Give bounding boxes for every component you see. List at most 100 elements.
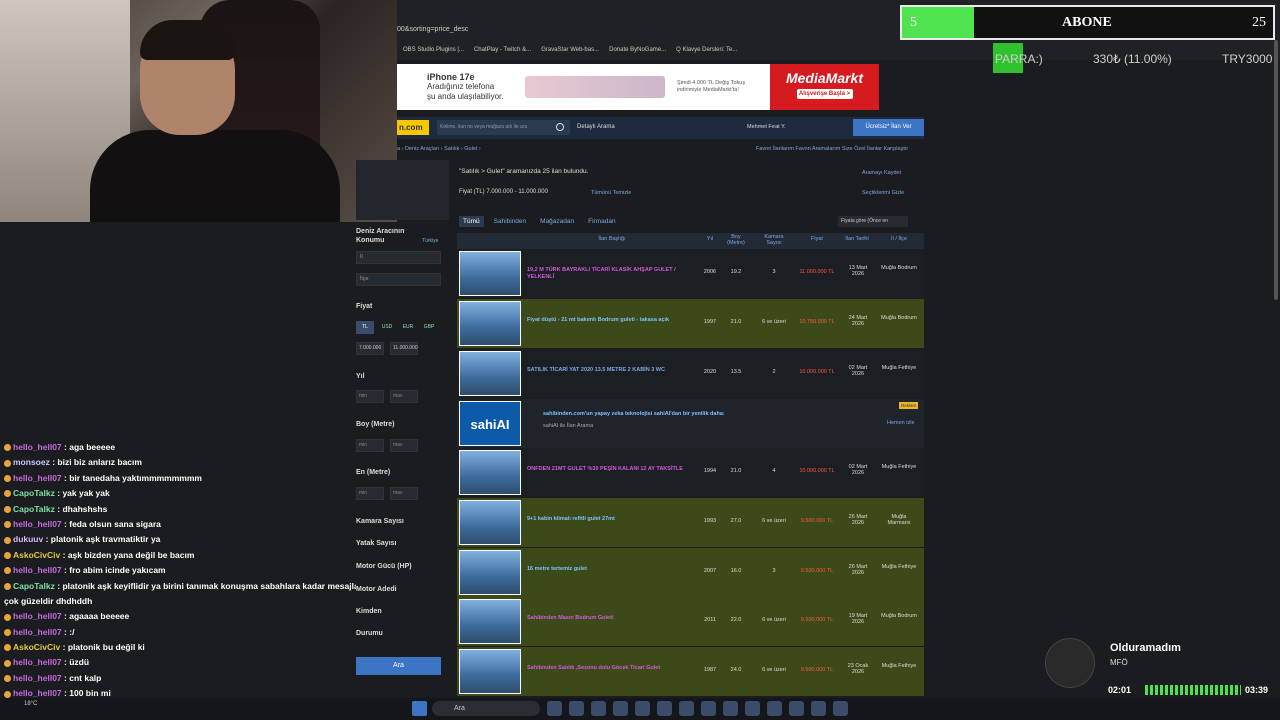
chat-username[interactable]: hello_hell07 <box>13 657 62 667</box>
ai-promo-title[interactable]: sahibinden.com'un yapay zeka teknolojisi… <box>543 411 725 417</box>
chat-username[interactable]: hello_hell07 <box>13 673 62 683</box>
scrollbar[interactable] <box>1274 40 1278 300</box>
engine-count-filter[interactable]: Motor Adedi <box>356 586 397 593</box>
chat-username[interactable]: hello_hell07 <box>13 627 62 637</box>
app-icon[interactable] <box>789 701 804 716</box>
width-max-input[interactable]: max <box>390 487 418 500</box>
listing-title[interactable]: Fiyat düştü - 21 mt bakımlı Bodrum gulet… <box>527 317 697 324</box>
cabins-filter[interactable]: Kamara Sayısı <box>356 518 404 525</box>
table-row[interactable]: 9+1 kabin klimalı refitli gulet 27mt 1993… <box>457 498 924 547</box>
length-min-input[interactable]: min <box>356 439 384 452</box>
chat-username[interactable]: CapoTalkz <box>13 581 55 591</box>
listing-thumbnail[interactable] <box>459 251 521 296</box>
listing-thumbnail[interactable] <box>459 351 521 396</box>
currency-gbp[interactable]: GBP <box>420 321 438 334</box>
app-icon[interactable] <box>723 701 738 716</box>
favorites-links[interactable]: Favori İlanlarım Favori Aramalarım Size … <box>756 146 908 152</box>
col-title[interactable]: İlan Başlığı <box>567 236 657 242</box>
beds-filter[interactable]: Yatak Sayısı <box>356 540 396 547</box>
length-max-input[interactable]: max <box>390 439 418 452</box>
app-icon[interactable] <box>569 701 584 716</box>
listing-title[interactable]: Sahibinden Satılık ,Sezonu dolu Göcek Ti… <box>527 665 697 672</box>
detailed-search-link[interactable]: Detaylı Arama <box>577 124 615 130</box>
app-icon[interactable] <box>547 701 562 716</box>
col-year[interactable]: Yıl <box>700 236 720 242</box>
year-min-input[interactable]: min <box>356 390 384 403</box>
ai-promo-row[interactable]: sahiAI sahibinden.com'un yapay zeka tekno… <box>457 399 924 448</box>
weather-temp[interactable]: 18°C <box>24 701 37 707</box>
year-max-input[interactable]: max <box>390 390 418 403</box>
ai-promo-link[interactable]: Hemen izle <box>887 420 915 426</box>
table-row[interactable]: 19,2 M TÜRK BAYRAKLI TİCARİ KLASİK AHŞAP… <box>457 249 924 298</box>
ad-cta[interactable]: Alışverişe Başla > <box>796 89 853 99</box>
bookmark-item[interactable]: GravaStar Web-bas... <box>541 47 599 53</box>
app-icon[interactable] <box>701 701 716 716</box>
chat-username[interactable]: hello_hell07 <box>13 442 62 452</box>
listing-title[interactable]: 9+1 kabin klimalı refitli gulet 27mt <box>527 516 697 523</box>
ilce-select[interactable]: İlçe <box>356 273 441 286</box>
listing-title[interactable]: SATILIK TİCARİ YAT 2020 13.5 METRE 2 KAB… <box>527 367 697 374</box>
chat-username[interactable]: hello_hell07 <box>13 473 62 483</box>
app-icon[interactable] <box>833 701 848 716</box>
tab-company[interactable]: Firmadan <box>584 216 619 227</box>
search-input[interactable]: Kelime, ilan no veya mağaza adı ile ara <box>437 120 570 135</box>
bookmark-item[interactable]: OBS Studio Plugins |... <box>403 47 464 53</box>
post-ad-button[interactable]: Ücretsiz* İlan Ver <box>853 119 924 136</box>
sort-select[interactable]: Fiyata göre (Önce en <box>838 216 908 227</box>
windows-start-icon[interactable] <box>412 701 427 716</box>
site-logo[interactable]: n.com <box>397 120 429 135</box>
il-select[interactable]: İl <box>356 251 441 264</box>
listing-title[interactable]: 16 metre tertemiz gulet <box>527 566 697 573</box>
country-link[interactable]: Türkiye <box>422 238 438 244</box>
app-icon[interactable] <box>635 701 650 716</box>
tab-all[interactable]: Tümü <box>459 216 484 227</box>
hide-selected-link[interactable]: Seçtiklerimi Gizle <box>862 190 904 196</box>
listing-thumbnail[interactable] <box>459 450 521 495</box>
user-menu[interactable]: Mehmet Fırat Y. <box>747 124 786 130</box>
chat-username[interactable]: monsoez <box>13 457 50 467</box>
chat-username[interactable]: hello_hell07 <box>13 565 62 575</box>
breadcrumb[interactable]: a › Deniz Araçları › Satılık › Gulet › <box>397 146 481 152</box>
chat-username[interactable]: hello_hell07 <box>13 519 62 529</box>
table-row[interactable]: SATILIK TİCARİ YAT 2020 13.5 METRE 2 KAB… <box>457 349 924 398</box>
engine-hp-filter[interactable]: Motor Gücü (HP) <box>356 563 412 570</box>
app-icon[interactable] <box>745 701 760 716</box>
ad-brand[interactable]: MediaMarkt Alışverişe Başla > <box>770 64 879 110</box>
listing-thumbnail[interactable] <box>459 550 521 595</box>
price-max-input[interactable]: 11.000.000 <box>390 342 418 355</box>
clear-filters-link[interactable]: Tümünü Temizle <box>591 190 631 196</box>
app-icon[interactable] <box>811 701 826 716</box>
condition-filter[interactable]: Durumu <box>356 630 383 637</box>
table-row[interactable]: Sahibinden Masın Bodrum Guleti 2011 22.0 6 … <box>457 597 924 646</box>
tab-owner[interactable]: Sahibinden <box>490 216 531 227</box>
app-icon[interactable] <box>591 701 606 716</box>
bookmark-item[interactable]: Q Klavye Dersleri: Te... <box>676 47 737 53</box>
col-location[interactable]: İl / İlçe <box>879 236 919 242</box>
chat-username[interactable]: CapoTalkz <box>13 488 55 498</box>
currency-eur[interactable]: EUR <box>399 321 417 334</box>
chat-username[interactable]: AskoCivCiv <box>13 642 60 652</box>
app-icon[interactable] <box>613 701 628 716</box>
table-row[interactable]: Fiyat düştü - 21 mt bakımlı Bodrum gulet… <box>457 299 924 348</box>
sidebar-search-button[interactable]: Ara <box>356 657 441 675</box>
listing-title[interactable]: ONFDEN 21MT GULET %30 PEŞİN KALANI 12 AY… <box>527 466 697 473</box>
col-date[interactable]: İlan Tarihi <box>837 236 877 242</box>
ad-banner[interactable]: iPhone 17e Aradığınız telefona şu anda u… <box>397 64 879 110</box>
col-cabins[interactable]: Kamara Sayısı <box>760 234 788 246</box>
table-row[interactable]: 16 metre tertemiz gulet 2007 16.0 3 9.500.00… <box>457 548 924 597</box>
listing-thumbnail[interactable] <box>459 649 521 694</box>
app-icon[interactable] <box>767 701 782 716</box>
chat-username[interactable]: hello_hell07 <box>13 611 62 621</box>
bookmark-item[interactable]: Donate ByNoGame... <box>609 47 666 53</box>
price-min-input[interactable]: 7.000.000 <box>356 342 384 355</box>
currency-tl[interactable]: TL <box>356 321 374 334</box>
listing-thumbnail[interactable] <box>459 500 521 545</box>
col-price[interactable]: Fiyat <box>797 236 837 242</box>
search-icon[interactable] <box>556 123 564 131</box>
from-filter[interactable]: Kimden <box>356 608 382 615</box>
bookmark-item[interactable]: ChatPlay - Twitch &... <box>474 47 531 53</box>
col-length[interactable]: Boy (Metre) <box>722 234 750 246</box>
save-search-link[interactable]: Aramayı Kaydet <box>862 170 901 176</box>
listing-thumbnail[interactable] <box>459 599 521 644</box>
tab-store[interactable]: Mağazadan <box>536 216 578 227</box>
